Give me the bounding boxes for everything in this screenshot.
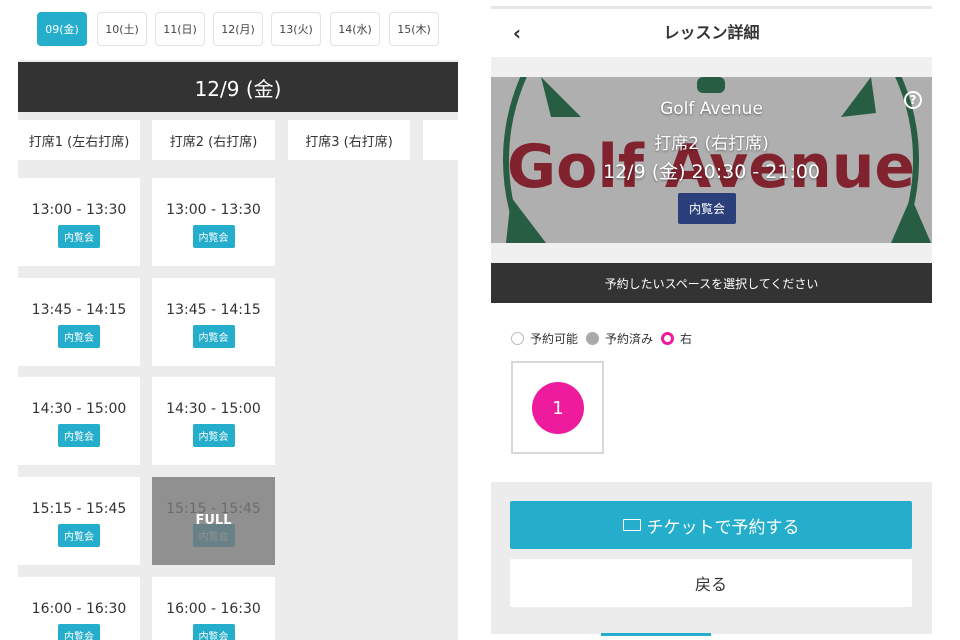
legend-booked: 予約済み — [586, 330, 653, 347]
event-badge: 内覧会 — [58, 424, 100, 447]
top-divider — [491, 6, 932, 9]
event-badge: 内覧会 — [192, 225, 235, 248]
back-button[interactable]: 戻る — [510, 559, 912, 607]
legend-booked-label: 予約済み — [605, 331, 654, 346]
event-badge: 内覧会 — [192, 325, 235, 348]
bay-header-4[interactable] — [423, 120, 458, 160]
date-chip-14[interactable]: 14(水) — [330, 12, 380, 46]
slot-bay2-1345[interactable]: 13:45 - 14:15 内覧会 — [152, 278, 275, 366]
slot-bay1-1345[interactable]: 13:45 - 14:15 内覧会 — [18, 278, 140, 366]
banner-venue: Golf Avenue — [660, 99, 763, 119]
slot-time: 14:30 - 15:00 — [31, 401, 127, 417]
event-badge: 内覧会 — [58, 524, 100, 547]
date-selector: 09(金) 10(土) 11(日) 12(月) 13(火) 14(水) 15(木… — [18, 0, 458, 60]
header-spacer — [491, 57, 932, 77]
slot-bay1-1430[interactable]: 14:30 - 15:00 内覧会 — [18, 377, 140, 465]
full-label: FULL — [195, 513, 232, 528]
legend-right-label: 右 — [680, 331, 693, 346]
bay-header-1[interactable]: 打席1 (左右打席) — [18, 120, 140, 160]
date-chip-15[interactable]: 15(木) — [389, 12, 439, 46]
banner-time: 12/9 (金) 20:30 - 21:00 — [602, 161, 821, 183]
book-with-ticket-label: チケットで予約する — [646, 517, 800, 538]
book-with-ticket-button[interactable]: チケットで予約する — [510, 501, 912, 549]
bottom-accent-bar — [601, 633, 711, 636]
bay-header-2[interactable]: 打席2 (右打席) — [152, 120, 275, 160]
booked-dot-icon — [586, 331, 600, 345]
slot-bay2-1515-full: 15:15 - 15:45 内覧会 FULL — [152, 477, 275, 565]
seat-map: 1 — [511, 361, 604, 454]
bay-header-3[interactable]: 打席3 (右打席) — [288, 120, 410, 160]
slot-time: 13:45 - 14:15 — [31, 302, 127, 318]
right-seat-ring-icon — [661, 331, 675, 345]
back-chevron-icon[interactable]: ‹ — [505, 20, 529, 46]
banner-seat: 打席2 (右打席) — [654, 134, 769, 154]
slot-bay1-1300[interactable]: 13:00 - 13:30 内覧会 — [18, 178, 140, 266]
date-chip-11[interactable]: 11(日) — [155, 12, 205, 46]
ticket-icon — [622, 519, 641, 531]
date-chip-13[interactable]: 13(火) — [271, 12, 321, 46]
slot-time: 16:00 - 16:30 — [166, 601, 261, 617]
date-chip-12[interactable]: 12(月) — [213, 12, 263, 46]
selected-date-header: 12/9 (金) — [18, 62, 458, 112]
slot-time: 15:15 - 15:45 — [31, 501, 127, 517]
action-footer: チケットで予約する 戻る — [491, 482, 932, 634]
event-badge: 内覧会 — [192, 624, 235, 640]
slot-time: 14:30 - 15:00 — [166, 401, 261, 417]
seat-legend: 予約可能 予約済み 右 — [511, 330, 700, 346]
slot-time: 13:00 - 13:30 — [31, 202, 127, 218]
legend-available-label: 予約可能 — [530, 331, 579, 346]
event-badge: 内覧会 — [192, 424, 235, 447]
slot-bay2-1600[interactable]: 16:00 - 16:30 内覧会 — [152, 577, 275, 640]
lesson-detail-panel: レッスン詳細 ‹ Golf Avenue Golf Avenue 打席2 (右打… — [491, 0, 932, 640]
help-icon[interactable]: ? — [904, 91, 922, 109]
event-badge: 内覧会 — [58, 624, 100, 640]
banner-spacer — [491, 243, 932, 263]
event-badge: 内覧会 — [58, 325, 100, 348]
date-chip-10[interactable]: 10(土) — [97, 12, 147, 46]
legend-right: 右 — [661, 330, 692, 347]
slot-bay1-1515[interactable]: 15:15 - 15:45 内覧会 — [18, 477, 140, 565]
select-space-prompt: 予約したいスペースを選択してください — [491, 263, 932, 303]
slot-bay1-1600[interactable]: 16:00 - 16:30 内覧会 — [18, 577, 140, 640]
banner-event-badge: 内覧会 — [678, 193, 737, 224]
slot-time: 13:00 - 13:30 — [166, 202, 261, 218]
slot-bay2-1430[interactable]: 14:30 - 15:00 内覧会 — [152, 377, 275, 465]
slot-time: 16:00 - 16:30 — [31, 601, 127, 617]
lesson-banner: Golf Avenue Golf Avenue 打席2 (右打席) 12/9 (… — [491, 77, 932, 243]
schedule-panel: 09(金) 10(土) 11(日) 12(月) 13(火) 14(水) 15(木… — [18, 0, 458, 640]
date-chip-09[interactable]: 09(金) — [37, 12, 87, 46]
event-badge: 内覧会 — [58, 225, 100, 248]
seat-1-button[interactable]: 1 — [532, 382, 584, 434]
slot-bay2-1300[interactable]: 13:00 - 13:30 内覧会 — [152, 178, 275, 266]
page-title: レッスン詳細 — [663, 23, 760, 42]
legend-available: 予約可能 — [511, 330, 578, 347]
available-dot-icon — [511, 331, 524, 345]
slot-time: 13:45 - 14:15 — [166, 302, 261, 318]
